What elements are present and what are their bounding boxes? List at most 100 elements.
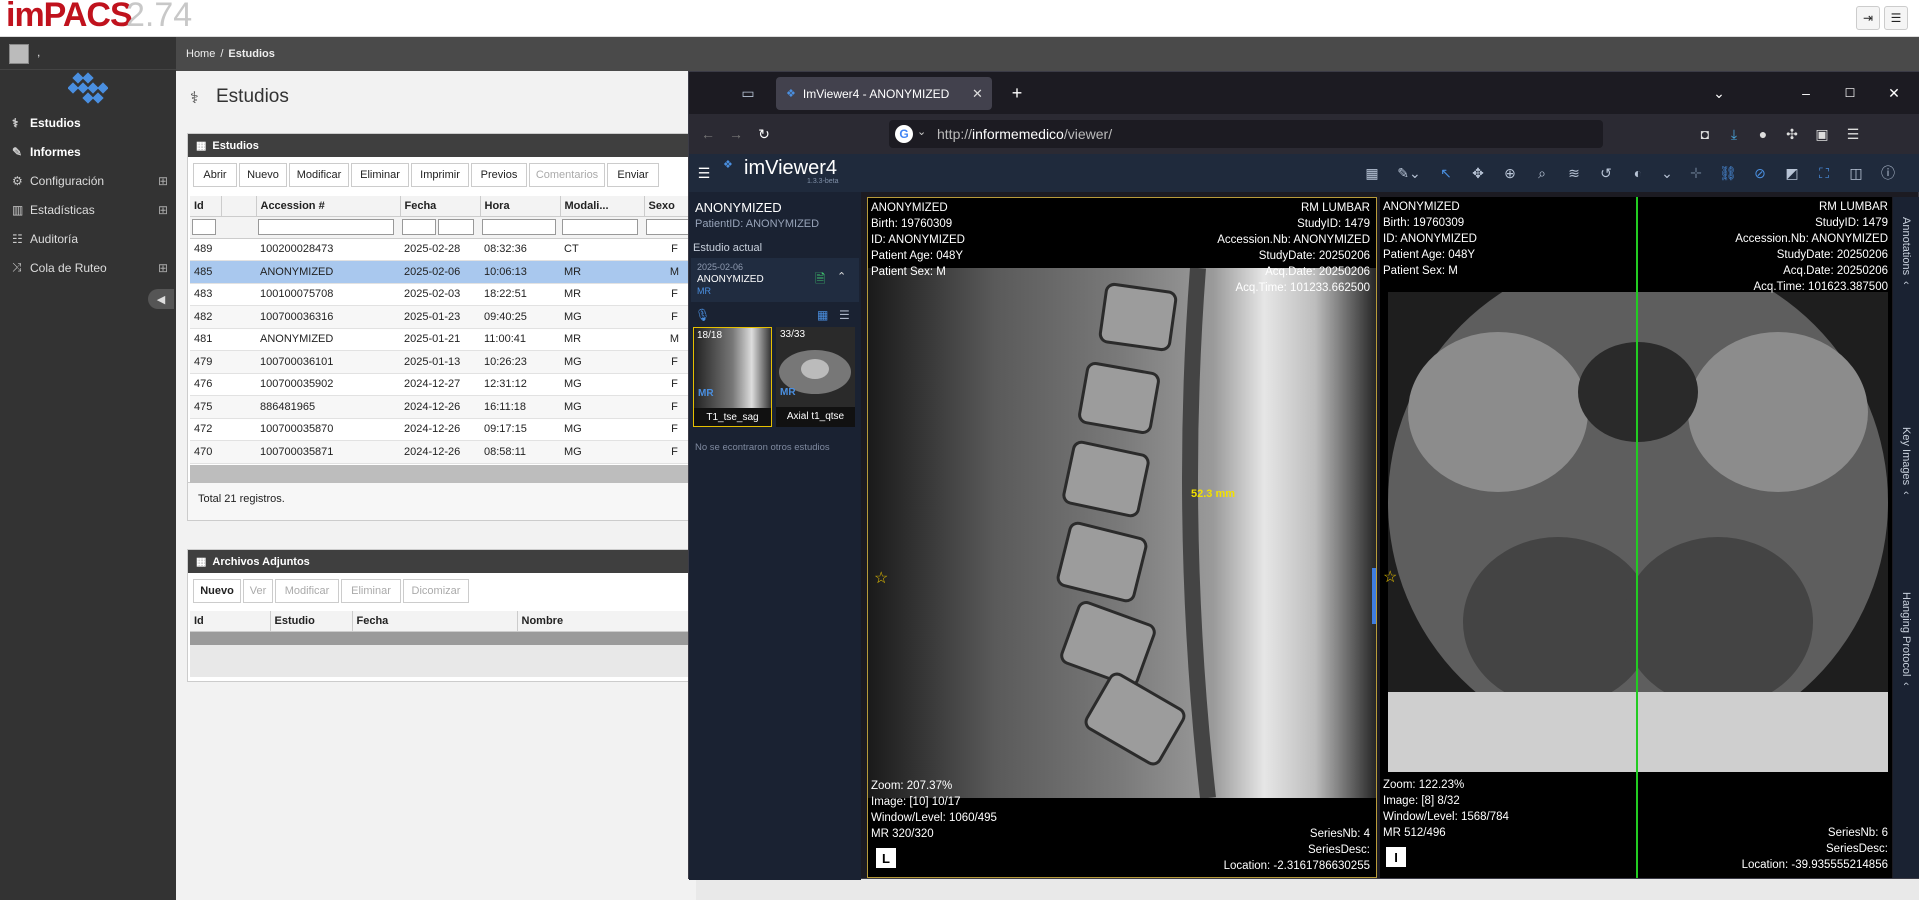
imprimir-button[interactable]: Imprimir — [411, 163, 469, 187]
sidebar-item-estudios[interactable]: ⚕ Estudios — [0, 108, 176, 137]
scrollbar[interactable] — [190, 465, 705, 483]
filter-fecha-from-input[interactable] — [402, 219, 436, 235]
table-row[interactable]: 483 100100075708 2025-02-03 18:22:51 MR F — [190, 283, 705, 306]
crosshair-icon[interactable]: ✛ — [1683, 160, 1709, 186]
new-tab-icon[interactable]: + — [1004, 80, 1030, 106]
filter-modalidad-input[interactable] — [562, 219, 638, 235]
modificar-button[interactable]: Modificar — [289, 163, 349, 187]
sidebar-item-informes[interactable]: ✎ Informes — [0, 137, 176, 166]
filter-accession-input[interactable] — [258, 219, 394, 235]
filter-fecha-to-input[interactable] — [438, 219, 474, 235]
expand-icon[interactable]: ⊞ — [158, 261, 168, 275]
abrir-button[interactable]: Abrir — [193, 163, 237, 187]
rotate-icon[interactable]: ↺ — [1593, 160, 1619, 186]
close-tab-icon[interactable]: ✕ — [972, 86, 983, 102]
contrast-icon[interactable]: ◐ — [1625, 160, 1651, 186]
star-icon[interactable]: ☆ — [1383, 567, 1397, 587]
sidebar-item-configuracion[interactable]: ⚙ Configuración ⊞ — [0, 166, 176, 195]
dicomizar-button[interactable]: Dicomizar — [403, 579, 469, 603]
browser-menu-icon[interactable]: ☰ — [1840, 121, 1866, 147]
link-icon[interactable]: ⛓ — [1715, 160, 1741, 186]
col-header-fecha[interactable]: Fecha — [352, 611, 518, 631]
report-icon[interactable]: 🗎 — [815, 270, 825, 292]
pocket-icon[interactable]: ◘ — [1692, 121, 1718, 147]
forward-icon[interactable]: → — [723, 121, 749, 147]
fullscreen-icon[interactable]: ⛶ — [1811, 160, 1837, 186]
reference-lines-icon[interactable]: ⊘ — [1747, 160, 1773, 186]
menu-button[interactable]: ☰ — [1884, 6, 1908, 30]
tab-annotations[interactable]: Annotations ‹ — [1897, 217, 1915, 367]
col-header-id[interactable]: Id — [190, 196, 222, 216]
annotate-pen-icon[interactable]: ✎⌄ — [1391, 160, 1427, 186]
invert-icon[interactable]: ◩ — [1779, 160, 1805, 186]
reload-icon[interactable]: ↻ — [751, 121, 777, 147]
breadcrumb-home[interactable]: Home — [186, 48, 215, 60]
minimize-icon[interactable]: – — [1793, 80, 1819, 106]
tab-key-images[interactable]: Key Images ‹ — [1897, 427, 1915, 577]
account-icon[interactable]: ● — [1750, 121, 1776, 147]
star-icon[interactable]: ☆ — [874, 568, 888, 588]
layout-grid-icon[interactable]: ▦ — [1359, 160, 1385, 186]
table-row[interactable]: 476 100700035902 2024-12-27 12:31:12 MG F — [190, 373, 705, 396]
avatar[interactable] — [9, 44, 29, 64]
zoom-in-icon[interactable]: ⊕ — [1497, 160, 1523, 186]
chevron-up-icon[interactable]: ⌃ — [837, 270, 846, 283]
layers-icon[interactable]: ≋ — [1561, 160, 1587, 186]
table-row[interactable]: 481 ANONYMIZED 2025-01-21 11:00:41 MR M — [190, 328, 705, 351]
table-row[interactable]: 470 100700035871 2024-12-26 08:58:11 MG F — [190, 440, 705, 463]
enviar-button[interactable]: Enviar — [607, 163, 659, 187]
sidebar-item-cola-de-ruteo[interactable]: ⤨ Cola de Ruteo ⊞ — [0, 253, 176, 282]
table-row[interactable]: 482 100700036316 2025-01-23 09:40:25 MG F — [190, 305, 705, 328]
logout-button[interactable]: ⇥ — [1856, 6, 1880, 30]
table-row[interactable]: 489 100200028473 2025-02-28 08:32:36 CT F — [190, 238, 705, 261]
series-thumb-1[interactable]: 18/18 MR T1_tse_sag — [693, 327, 772, 427]
image-pane-left[interactable]: 52.3 mm ☆ ANONYMIZED Birth: 19760309 ID: A… — [867, 197, 1377, 878]
list-tabs-icon[interactable]: ⌄ — [1706, 80, 1732, 106]
expand-icon[interactable]: ⊞ — [158, 174, 168, 188]
col-header-modalidad[interactable]: Modali... — [560, 196, 645, 216]
study-card[interactable]: 2025-02-06 ANONYMIZED MR 🗎 ⌃ — [691, 258, 859, 302]
nuevo-attachment-button[interactable]: Nuevo — [193, 579, 241, 603]
side-menu-icon[interactable]: ☰ — [691, 160, 717, 186]
pan-icon[interactable]: ✥ — [1465, 160, 1491, 186]
col-header-estudio[interactable]: Estudio — [270, 611, 353, 631]
eliminar-attachment-button[interactable]: Eliminar — [341, 579, 401, 603]
back-icon[interactable]: ← — [695, 121, 721, 147]
filter-hora-input[interactable] — [482, 219, 556, 235]
profile-icon[interactable]: ▣ — [1809, 121, 1835, 147]
measurement-label[interactable]: 52.3 mm — [1191, 488, 1235, 500]
info-icon[interactable]: ⓘ — [1875, 160, 1901, 186]
maximize-icon[interactable]: ☐ — [1837, 80, 1863, 106]
previos-button[interactable]: Previos — [471, 163, 527, 187]
col-header-id[interactable]: Id — [190, 611, 271, 631]
thumbnail-view-icon[interactable]: ▦ — [817, 308, 828, 322]
url-bar[interactable]: G ⌄ http://informemedico/viewer/ — [889, 120, 1603, 148]
collapse-sidebar-button[interactable]: ◀ — [148, 289, 174, 309]
slice-scrollbar[interactable] — [1372, 568, 1376, 624]
list-view-icon[interactable]: ☰ — [839, 308, 850, 322]
eliminar-button[interactable]: Eliminar — [351, 163, 409, 187]
nuevo-button[interactable]: Nuevo — [239, 163, 287, 187]
close-window-icon[interactable]: ✕ — [1881, 80, 1907, 106]
download-icon[interactable]: ⤓ — [1721, 121, 1747, 147]
browser-tab[interactable]: ❖ ImViewer4 - ANONYMIZED ✕ — [776, 77, 992, 110]
comentarios-button[interactable]: Comentarios — [529, 163, 605, 187]
expand-icon[interactable]: ⊞ — [158, 203, 168, 217]
table-row[interactable]: 472 100700035870 2024-12-26 09:17:15 MG F — [190, 418, 705, 441]
tab-overview-icon[interactable]: ▭ — [735, 80, 761, 106]
microphone-icon[interactable]: 🎙 — [695, 308, 710, 322]
series-thumb-2[interactable]: 33/33 MR Axial t1_qtse — [776, 327, 855, 427]
ver-button[interactable]: Ver — [243, 579, 273, 603]
col-header-nombre[interactable]: Nombre — [517, 611, 705, 631]
table-row[interactable]: 475 886481965 2024-12-26 16:11:18 MG F — [190, 395, 705, 418]
pointer-icon[interactable]: ↖ — [1433, 160, 1459, 186]
modificar-attachment-button[interactable]: Modificar — [275, 579, 339, 603]
extensions-icon[interactable]: ✣ — [1779, 121, 1805, 147]
sidebar-item-estadisticas[interactable]: ▥ Estadísticas ⊞ — [0, 195, 176, 224]
filter-id-input[interactable] — [192, 219, 216, 235]
sidebar-item-auditoria[interactable]: ☷ Auditoría — [0, 224, 176, 253]
col-header-fecha[interactable]: Fecha — [400, 196, 481, 216]
image-pane-right[interactable]: ☆ ANONYMIZED Birth: 19760309 ID: ANONYMIZE… — [1380, 197, 1892, 878]
contrast-dropdown-icon[interactable]: ⌄ — [1657, 160, 1677, 186]
col-header-hora[interactable]: Hora — [480, 196, 561, 216]
